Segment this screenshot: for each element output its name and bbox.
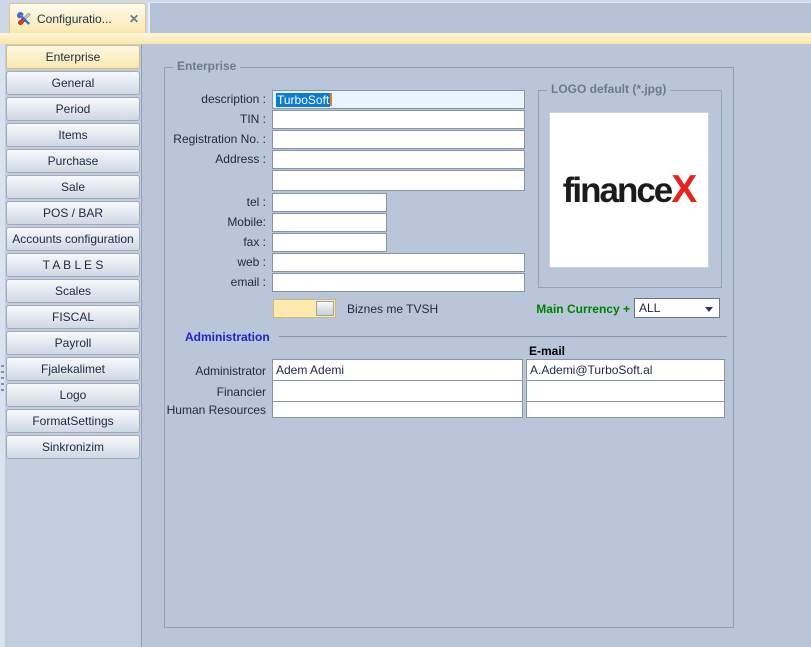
address-label: Address : [158, 152, 266, 166]
human-resources-email-input[interactable] [526, 401, 725, 418]
address-input-line2[interactable] [272, 170, 525, 191]
sidebar-item-formatsettings[interactable]: FormatSettings [6, 409, 140, 433]
splitter-grip-icon [1, 365, 4, 391]
logo-groupbox: LOGO default (*.jpg) financeX [538, 90, 722, 288]
address-input-line1[interactable] [272, 150, 525, 169]
mobile-label: Mobile: [158, 215, 266, 229]
tab-configuration[interactable]: Configuratio... ✕ [9, 3, 146, 34]
main-currency-value: ALL [639, 301, 660, 315]
tin-input[interactable] [272, 110, 525, 129]
sidebar-item-payroll[interactable]: Payroll [6, 331, 140, 355]
administrator-label: Administrator [150, 364, 266, 378]
email-input[interactable] [272, 273, 525, 292]
text-caret [330, 93, 332, 106]
chevron-down-icon [705, 307, 713, 312]
sidebar-item-sinkronizim[interactable]: Sinkronizim [6, 435, 140, 459]
sidebar-item-period[interactable]: Period [6, 97, 140, 121]
sidebar-item-logo[interactable]: Logo [6, 383, 140, 407]
sidebar-item-tables[interactable]: T A B L E S [6, 253, 140, 277]
financier-email-input[interactable] [526, 380, 725, 402]
tab-title: Configuratio... [37, 12, 124, 26]
configuration-window: Configuratio... ✕ Enterprise General Per… [0, 0, 811, 647]
email-column-header: E-mail [529, 344, 565, 358]
tel-label: tel : [158, 195, 266, 209]
sidebar-item-scales[interactable]: Scales [6, 279, 140, 303]
web-input[interactable] [272, 253, 525, 272]
logo-groupbox-title: LOGO default (*.jpg) [547, 82, 670, 96]
sidebar-item-fiscal[interactable]: FISCAL [6, 305, 140, 329]
logo-text: financeX [563, 168, 696, 212]
sidebar-item-pos-bar[interactable]: POS / BAR [6, 201, 140, 225]
web-label: web : [158, 255, 266, 269]
administration-divider [279, 336, 727, 337]
tab-strip-background [148, 2, 811, 33]
logo-image: financeX [549, 112, 709, 268]
financier-name-input[interactable] [272, 380, 523, 402]
sidebar-item-sale[interactable]: Sale [6, 175, 140, 199]
registration-label: Registration No. : [158, 132, 266, 146]
mobile-input[interactable] [272, 213, 387, 232]
tel-input[interactable] [272, 193, 387, 212]
human-resources-label: Human Resources [150, 403, 266, 417]
human-resources-name-input[interactable] [272, 401, 523, 418]
financier-label: Financier [150, 385, 266, 399]
description-label: description : [158, 92, 266, 106]
main-currency-label: Main Currency + [528, 302, 630, 316]
administration-title: Administration [185, 330, 270, 344]
tin-label: TIN : [158, 112, 266, 126]
sidebar-item-accounts-configuration[interactable]: Accounts configuration [6, 227, 140, 251]
tools-icon [16, 11, 32, 27]
registration-input[interactable] [272, 130, 525, 149]
tab-close-icon[interactable]: ✕ [129, 13, 139, 25]
sidebar-item-purchase[interactable]: Purchase [6, 149, 140, 173]
enterprise-groupbox-title: Enterprise [173, 59, 240, 73]
tab-strip: Configuratio... ✕ [0, 0, 811, 33]
email-label: email : [158, 275, 266, 289]
main-currency-dropdown[interactable]: ALL [634, 298, 720, 318]
vat-toggle[interactable] [273, 299, 336, 318]
sidebar-item-fjalekalimet[interactable]: Fjalekalimet [6, 357, 140, 381]
sidebar-item-items[interactable]: Items [6, 123, 140, 147]
tab-page-top-border [0, 33, 811, 44]
sidebar-item-general[interactable]: General [6, 71, 140, 95]
administrator-email-input[interactable] [526, 359, 725, 381]
description-selected-text: TurboSoft [276, 93, 330, 107]
fax-input[interactable] [272, 233, 387, 252]
logo-x-letter: X [671, 168, 695, 211]
sidebar-item-enterprise[interactable]: Enterprise [6, 45, 140, 69]
vat-toggle-label: Biznes me TVSH [347, 302, 438, 316]
description-input[interactable]: TurboSoft [272, 90, 525, 109]
administrator-name-input[interactable] [272, 359, 523, 381]
fax-label: fax : [158, 235, 266, 249]
vat-toggle-thumb[interactable] [316, 301, 334, 316]
